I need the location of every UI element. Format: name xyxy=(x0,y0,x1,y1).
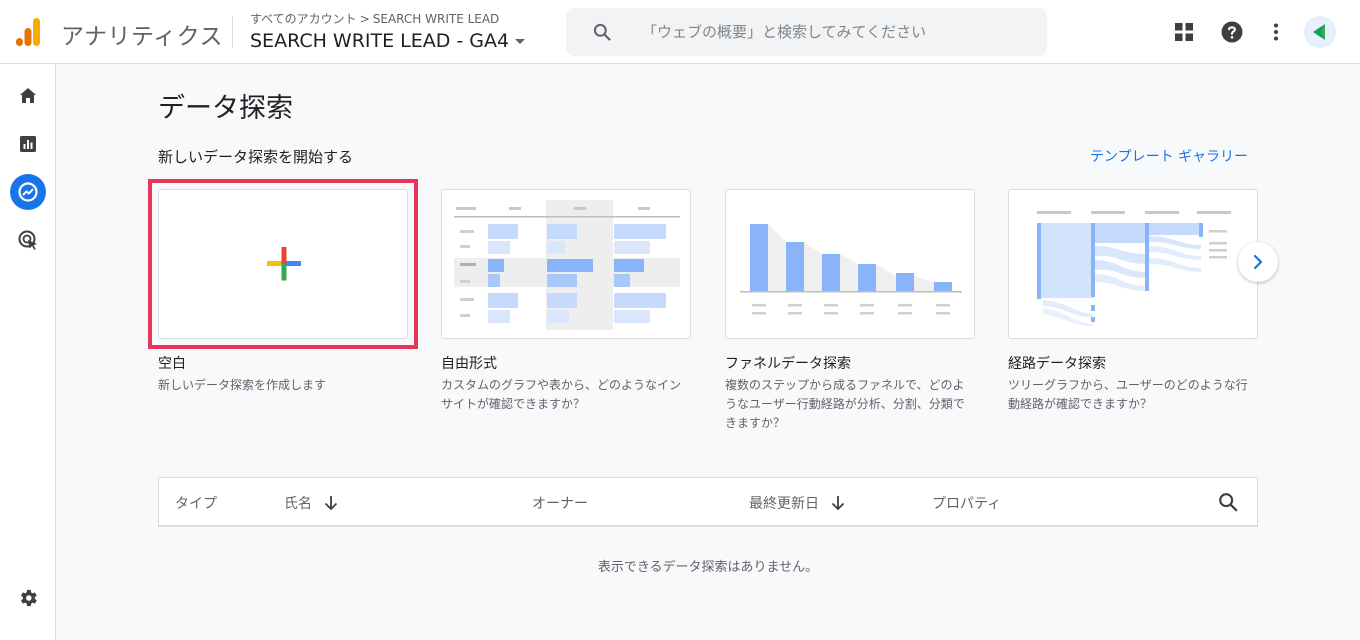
template-card-path[interactable] xyxy=(1008,189,1258,339)
header-divider xyxy=(232,16,233,48)
search-bar[interactable] xyxy=(566,8,1047,56)
more-button[interactable] xyxy=(1264,20,1288,44)
left-navigation xyxy=(0,64,56,640)
explore-icon xyxy=(18,182,38,202)
caret-down-icon xyxy=(515,38,526,44)
breadcrumb-account[interactable]: すべてのアカウント xyxy=(250,12,357,26)
empty-state-message: 表示できるデータ探索はありません。 xyxy=(597,560,819,575)
column-name[interactable]: 氏名 xyxy=(284,493,338,513)
page-title: データ探索 xyxy=(158,93,293,124)
more-vert-icon xyxy=(1274,23,1278,41)
template-name-funnel[interactable]: ファネルデータ探索 xyxy=(725,353,851,373)
property-selector[interactable]: SEARCH WRITE LEAD - GA4 xyxy=(250,28,526,54)
nav-admin[interactable] xyxy=(10,580,46,616)
template-gallery-link[interactable]: テンプレート ギャラリー xyxy=(1090,146,1248,166)
column-type-label: タイプ xyxy=(175,496,217,512)
template-name-freeform[interactable]: 自由形式 xyxy=(441,353,497,373)
account-avatar[interactable] xyxy=(1304,16,1336,48)
help-icon xyxy=(1221,21,1243,43)
column-type[interactable]: タイプ xyxy=(175,493,217,513)
property-name: SEARCH WRITE LEAD - GA4 xyxy=(250,30,510,52)
column-property-label: プロパティ xyxy=(932,496,1002,512)
freeform-thumbnail-icon xyxy=(454,200,680,330)
template-desc-blank: 新しいデータ探索を作成します xyxy=(158,378,327,392)
template-desc-path: ツリーグラフから、ユーザーのどのような行動経路が確認できますか？ xyxy=(1008,378,1248,411)
apps-icon xyxy=(1175,23,1193,41)
search-icon xyxy=(593,23,611,41)
plus-icon xyxy=(267,247,301,281)
reports-icon xyxy=(20,136,36,152)
explorations-table-header: タイプ 氏名 オーナー 最終更新日 プロパティ xyxy=(158,477,1258,527)
column-property[interactable]: プロパティ xyxy=(932,493,1001,513)
carousel-next-button[interactable] xyxy=(1238,242,1278,282)
column-name-label: 氏名 xyxy=(284,496,312,512)
template-desc-freeform: カスタムのグラフや表から、どのようなインサイトが確認できますか？ xyxy=(441,378,682,411)
product-name: アナリティクス xyxy=(61,24,223,50)
template-card-blank[interactable] xyxy=(158,189,408,339)
breadcrumb[interactable]: すべてのアカウント > SEARCH WRITE LEAD xyxy=(250,10,499,27)
arrow-down-icon[interactable] xyxy=(324,495,338,511)
template-card-funnel[interactable] xyxy=(725,189,975,339)
funnel-thumbnail-icon xyxy=(740,224,962,315)
column-owner-label: オーナー xyxy=(532,496,588,512)
column-owner[interactable]: オーナー xyxy=(532,493,588,513)
search-input[interactable] xyxy=(642,23,1022,41)
breadcrumb-property[interactable]: SEARCH WRITE LEAD xyxy=(373,12,500,26)
template-name-path[interactable]: 経路データ探索 xyxy=(1008,353,1106,373)
gear-icon xyxy=(21,589,37,607)
arrow-down-icon[interactable] xyxy=(831,495,845,511)
top-bar: アナリティクス すべてのアカウント > SEARCH WRITE LEAD SEAR… xyxy=(0,0,1360,64)
column-last-modified-label: 最終更新日 xyxy=(749,496,819,512)
column-last-modified[interactable]: 最終更新日 xyxy=(749,493,845,513)
nav-reports[interactable] xyxy=(10,126,46,162)
help-button[interactable] xyxy=(1220,20,1244,44)
chevron-right-icon xyxy=(1253,254,1263,270)
section-title: 新しいデータ探索を開始する xyxy=(158,148,354,166)
search-icon[interactable] xyxy=(1217,491,1239,513)
nav-home[interactable] xyxy=(10,78,46,114)
nav-advertising[interactable] xyxy=(10,222,46,258)
template-name-blank[interactable]: 空白 xyxy=(158,353,186,373)
path-thumbnail-icon xyxy=(1037,211,1231,326)
home-icon xyxy=(20,88,36,103)
template-desc-funnel: 複数のステップから成るファネルで、どのようなユーザー行動経路が分析、分割、分類で… xyxy=(725,378,965,430)
apps-button[interactable] xyxy=(1172,20,1196,44)
account-logo-icon xyxy=(1313,24,1325,40)
advertising-icon xyxy=(18,230,37,250)
analytics-logo-icon[interactable] xyxy=(14,16,42,48)
template-card-freeform[interactable] xyxy=(441,189,691,339)
nav-explore[interactable] xyxy=(10,174,46,210)
breadcrumb-separator: > xyxy=(359,12,370,26)
